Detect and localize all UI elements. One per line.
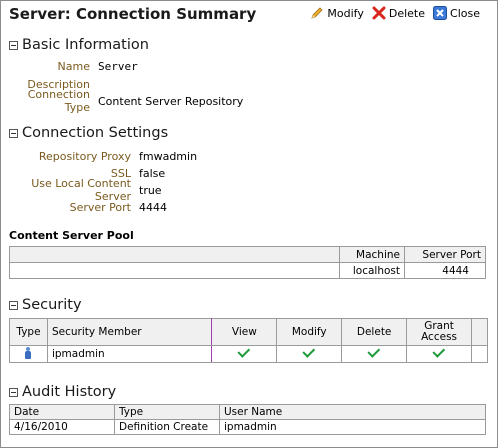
ssl-value: false	[139, 166, 166, 180]
user-icon	[24, 346, 32, 359]
close-button[interactable]: Close	[433, 6, 480, 20]
security-member-column-header[interactable]: Security Member	[46, 318, 213, 346]
pencil-icon	[311, 7, 323, 19]
audit-history-table: Date Type User Name 4/16/2010 Definition…	[9, 404, 486, 435]
name-label: Name	[57, 59, 90, 73]
type-cell	[9, 345, 48, 363]
check-icon	[367, 345, 380, 358]
close-icon	[433, 6, 448, 20]
local-server-value: true	[139, 183, 162, 197]
name-value: Server	[98, 59, 138, 73]
server-port-cell: 4444	[404, 262, 486, 279]
toolbar: Modify Delete Close	[310, 6, 480, 20]
content-server-pool-table: Machine Server Port localhost 4444	[9, 246, 486, 279]
delete-column-header[interactable]: Delete	[341, 318, 408, 346]
server-port-label: Server Port	[69, 200, 131, 214]
collapse-icon[interactable]	[9, 128, 18, 138]
table-header-row: Machine Server Port	[9, 246, 486, 263]
grant-access-column-header[interactable]: Grant Access	[406, 318, 472, 346]
table-row[interactable]: localhost 4444	[10, 262, 486, 279]
machine-column-header[interactable]: Machine	[339, 246, 405, 263]
connection-type-label: Connection Type	[27, 88, 90, 114]
table-header-row: Type Security Member View Modify Delete …	[9, 318, 489, 346]
delete-x-icon	[372, 6, 386, 20]
pool-spacer-header	[9, 246, 340, 263]
view-cell	[211, 345, 278, 363]
user-name-column-header[interactable]: User Name	[219, 404, 486, 420]
type-column-header[interactable]: Type	[9, 318, 48, 346]
name-row: Name Server	[0, 58, 138, 74]
machine-cell: localhost	[339, 262, 405, 279]
pool-spacer-cell	[10, 263, 340, 279]
repository-proxy-value: fmwadmin	[139, 149, 198, 163]
check-icon	[302, 345, 315, 358]
type-cell: Definition Create	[114, 419, 220, 435]
table-row[interactable]: 4/16/2010 Definition Create ipmadmin	[9, 419, 486, 435]
connection-settings-header[interactable]: Connection Settings	[9, 125, 168, 141]
table-header-row: Date Type User Name	[9, 404, 486, 420]
collapse-icon[interactable]	[9, 300, 18, 310]
local-server-row: Use Local Content Server true	[0, 177, 162, 203]
server-port-column-header[interactable]: Server Port	[404, 246, 486, 263]
security-table: Type Security Member View Modify Delete …	[9, 318, 489, 363]
date-column-header[interactable]: Date	[9, 404, 115, 420]
audit-history-heading: Audit History	[22, 384, 117, 400]
collapse-icon[interactable]	[9, 387, 18, 397]
basic-info-header[interactable]: Basic Information	[9, 37, 149, 53]
modify-label: Modify	[327, 6, 364, 20]
modify-column-header[interactable]: Modify	[276, 318, 343, 346]
user-name-cell: ipmadmin	[219, 419, 486, 435]
grant-access-cell	[406, 345, 472, 363]
scroll-spacer-cell	[470, 345, 489, 363]
content-server-pool-heading: Content Server Pool	[9, 229, 134, 242]
page-title: Server: Connection Summary	[9, 5, 257, 23]
connection-type-row: Connection Type Content Server Repositor…	[0, 88, 244, 114]
close-label: Close	[450, 6, 480, 20]
collapse-icon[interactable]	[9, 40, 18, 50]
check-icon	[431, 345, 445, 358]
delete-cell	[341, 345, 408, 363]
type-column-header[interactable]: Type	[114, 404, 220, 420]
connection-settings-heading: Connection Settings	[22, 125, 169, 141]
server-port-value: 4444	[139, 200, 167, 214]
security-member-cell: ipmadmin	[46, 345, 213, 363]
delete-label: Delete	[388, 6, 426, 20]
connection-type-value: Content Server Repository	[98, 94, 244, 108]
server-port-row: Server Port 4444	[0, 199, 167, 215]
scroll-spacer-header	[470, 318, 489, 346]
table-row[interactable]: ipmadmin	[9, 345, 489, 363]
security-header[interactable]: Security	[9, 297, 82, 313]
view-column-header[interactable]: View	[211, 318, 278, 346]
basic-info-heading: Basic Information	[22, 37, 149, 53]
modify-button[interactable]: Modify	[310, 6, 364, 20]
modify-cell	[276, 345, 343, 363]
audit-history-header[interactable]: Audit History	[9, 384, 116, 400]
security-heading: Security	[22, 297, 82, 313]
delete-button[interactable]: Delete	[372, 6, 425, 20]
check-icon	[237, 345, 251, 358]
repository-proxy-label: Repository Proxy	[38, 149, 131, 163]
date-cell: 4/16/2010	[9, 419, 115, 435]
repository-proxy-row: Repository Proxy fmwadmin	[0, 148, 197, 164]
